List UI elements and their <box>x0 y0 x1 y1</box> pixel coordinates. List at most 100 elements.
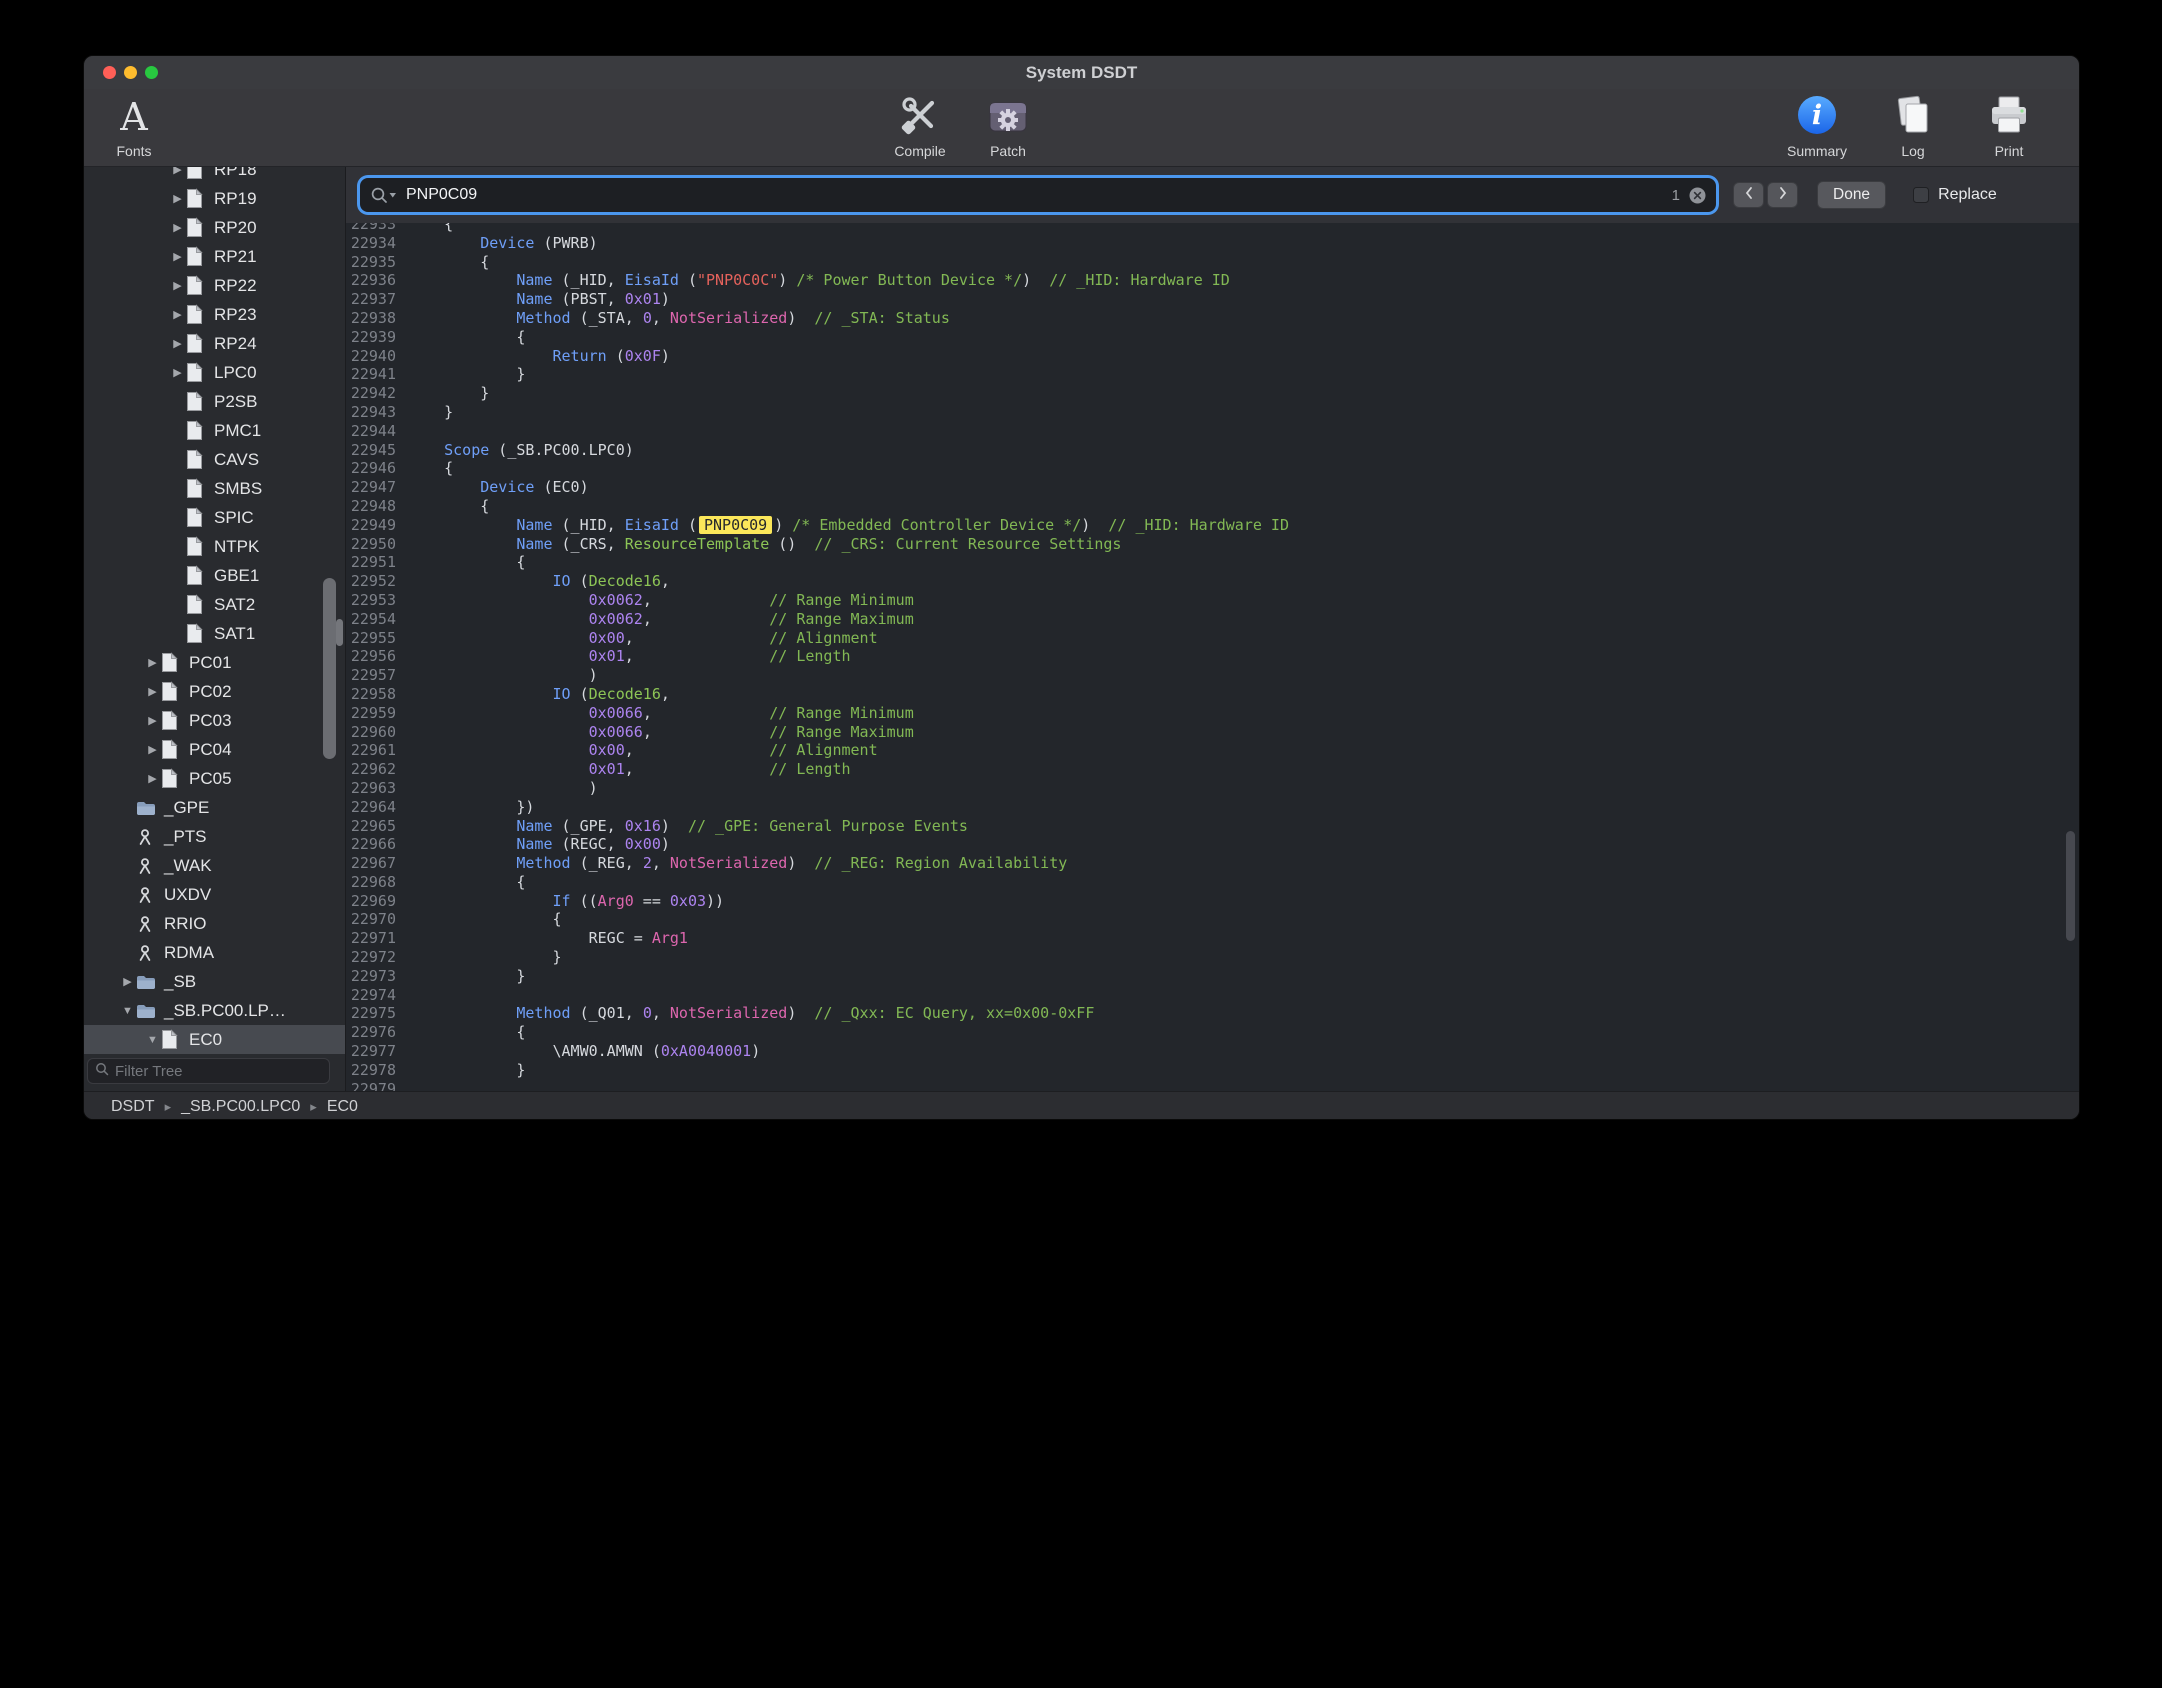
code-line: 22966 Name (REGC, 0x00) <box>346 835 2079 854</box>
summary-button[interactable]: i Summary <box>1781 92 1853 159</box>
code-line: 22939 { <box>346 328 2079 347</box>
line-number: 22958 <box>346 685 408 704</box>
tree-item-spic[interactable]: SPIC <box>84 503 345 532</box>
print-label: Print <box>1995 143 2024 159</box>
tree-item-_pts[interactable]: _PTS <box>84 822 345 851</box>
document-icon <box>186 362 210 383</box>
filter-tree-field[interactable] <box>87 1058 330 1084</box>
tree-item-rdma[interactable]: RDMA <box>84 938 345 967</box>
tree-item-rp19[interactable]: ▶ RP19 <box>84 184 345 213</box>
tree-item-sat2[interactable]: SAT2 <box>84 590 345 619</box>
tree-item-_gpe[interactable]: _GPE <box>84 793 345 822</box>
tree-item-cavs[interactable]: CAVS <box>84 445 345 474</box>
disclosure-triangle[interactable]: ▶ <box>169 250 186 263</box>
patch-button[interactable]: Patch <box>972 92 1044 159</box>
code-text: } <box>408 403 453 422</box>
line-number: 22961 <box>346 741 408 760</box>
tree-item-_wak[interactable]: _WAK <box>84 851 345 880</box>
search-input[interactable] <box>406 186 1672 204</box>
tree-item-pmc1[interactable]: PMC1 <box>84 416 345 445</box>
pane-splitter-handle[interactable] <box>336 619 343 646</box>
disclosure-triangle[interactable]: ▶ <box>169 279 186 292</box>
search-menu-icon[interactable] <box>370 186 398 204</box>
tree-item-rp24[interactable]: ▶RP24 <box>84 329 345 358</box>
disclosure-triangle[interactable]: ▼ <box>119 1005 136 1017</box>
tree-item-label: PC04 <box>189 740 232 760</box>
tree-item-pc05[interactable]: ▶PC05 <box>84 764 345 793</box>
tree-item-p2sb[interactable]: P2SB <box>84 387 345 416</box>
method-icon <box>136 944 160 962</box>
tree-item-_sbpc00lp[interactable]: ▼_SB.PC00.LP… <box>84 996 345 1025</box>
disclosure-triangle[interactable]: ▶ <box>119 975 136 988</box>
tree-item-rp23[interactable]: ▶RP23 <box>84 300 345 329</box>
tree-item-pc04[interactable]: ▶ PC04 <box>84 735 345 764</box>
tree-item-lpc0[interactable]: ▶LPC0 <box>84 358 345 387</box>
disclosure-triangle[interactable]: ▶ <box>144 656 161 669</box>
code-text: Name (_GPE, 0x16) // _GPE: General Purpo… <box>408 817 968 836</box>
sidebar-scrollbar-thumb[interactable] <box>323 578 336 759</box>
tree-item-label: RP20 <box>214 218 257 238</box>
tree-item-_sb[interactable]: ▶_SB <box>84 967 345 996</box>
disclosure-triangle[interactable]: ▶ <box>144 772 161 785</box>
method-icon <box>136 828 160 846</box>
disclosure-triangle[interactable]: ▶ <box>169 167 186 176</box>
next-match-button[interactable] <box>1767 182 1798 208</box>
disclosure-triangle[interactable]: ▶ <box>169 366 186 379</box>
disclosure-triangle[interactable]: ▶ <box>169 337 186 350</box>
code-line: 22972 } <box>346 948 2079 967</box>
line-number: 22979 <box>346 1080 408 1091</box>
tree-item-rp18[interactable]: ▶RP18 <box>84 167 345 184</box>
app-window: System DSDT A Fonts <box>83 55 2080 1120</box>
tree-item-smbs[interactable]: SMBS <box>84 474 345 503</box>
tree-item-rp20[interactable]: ▶ RP20 <box>84 213 345 242</box>
breadcrumb-item[interactable]: DSDT <box>111 1098 155 1116</box>
disclosure-triangle[interactable]: ▶ <box>144 685 161 698</box>
tree-item-rrio[interactable]: RRIO <box>84 909 345 938</box>
tree-item-pc03[interactable]: ▶PC03 <box>84 706 345 735</box>
tree-item-rp21[interactable]: ▶RP21 <box>84 242 345 271</box>
line-number: 22946 <box>346 459 408 478</box>
tree-item-label: RP19 <box>214 189 257 209</box>
print-button[interactable]: Print <box>1973 92 2045 159</box>
fonts-button[interactable]: A Fonts <box>98 92 170 159</box>
tree-item-ntpk[interactable]: NTPK <box>84 532 345 561</box>
document-icon <box>186 623 210 644</box>
tree-item-label: PC01 <box>189 653 232 673</box>
tree-item-sat1[interactable]: SAT1 <box>84 619 345 648</box>
tree-item-gbe1[interactable]: GBE1 <box>84 561 345 590</box>
code-text: { <box>408 328 525 347</box>
disclosure-triangle[interactable]: ▶ <box>169 221 186 234</box>
line-number: 22972 <box>346 948 408 967</box>
info-icon: i <box>1795 93 1839 142</box>
breadcrumb: DSDT▸_SB.PC00.LPC0▸EC0 <box>111 1098 358 1116</box>
code-text: { <box>408 223 453 234</box>
tree-item-ec0[interactable]: ▼EC0 <box>84 1025 345 1054</box>
tree-item-uxdv[interactable]: UXDV <box>84 880 345 909</box>
filter-tree-input[interactable] <box>115 1063 322 1080</box>
document-icon <box>186 275 210 296</box>
clear-search-icon[interactable] <box>1689 187 1706 204</box>
line-number: 22949 <box>346 516 408 535</box>
disclosure-triangle[interactable]: ▶ <box>144 743 161 756</box>
replace-label: Replace <box>1938 186 1997 204</box>
editor-scrollbar-thumb[interactable] <box>2066 831 2075 941</box>
document-icon <box>161 1029 185 1050</box>
compile-button[interactable]: Compile <box>884 92 956 159</box>
tree-item-pc02[interactable]: ▶PC02 <box>84 677 345 706</box>
tree-item-pc01[interactable]: ▶ PC01 <box>84 648 345 677</box>
breadcrumb-item[interactable]: EC0 <box>327 1098 358 1116</box>
disclosure-triangle[interactable]: ▼ <box>144 1034 161 1046</box>
previous-match-button[interactable] <box>1733 182 1764 208</box>
disclosure-triangle[interactable]: ▶ <box>169 308 186 321</box>
log-button[interactable]: Log <box>1877 92 1949 159</box>
search-field[interactable]: 1 <box>360 178 1716 212</box>
replace-checkbox[interactable] <box>1913 187 1929 203</box>
tree-item-rp22[interactable]: ▶RP22 <box>84 271 345 300</box>
breadcrumb-item[interactable]: _SB.PC00.LPC0 <box>181 1098 300 1116</box>
tree-item-label: SMBS <box>214 479 262 499</box>
disclosure-triangle[interactable]: ▶ <box>144 714 161 727</box>
disclosure-triangle[interactable]: ▶ <box>169 192 186 205</box>
code-editor[interactable]: 22933 {22934 Device (PWRB)22935 {22936 N… <box>346 223 2079 1091</box>
line-number: 22943 <box>346 403 408 422</box>
done-button[interactable]: Done <box>1817 181 1886 209</box>
